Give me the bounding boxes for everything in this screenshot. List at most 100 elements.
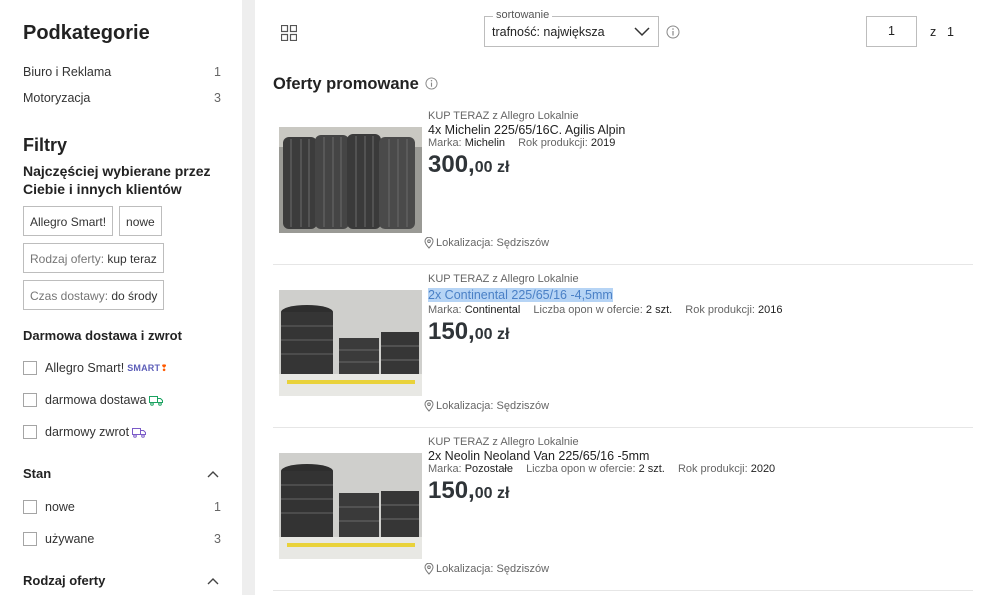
price-decimal: 00 zł bbox=[474, 159, 510, 176]
filter-label: darmowa dostawa bbox=[45, 393, 147, 407]
chevron-down-icon bbox=[634, 27, 650, 37]
offer-price: 300,00 zł bbox=[428, 151, 625, 182]
filter-count: 1 bbox=[214, 500, 221, 514]
param-value: Pozostałe bbox=[464, 463, 513, 475]
filter-allegro-smart[interactable]: Allegro Smart! SMART❢ bbox=[23, 352, 222, 384]
rodzaj-title: Rodzaj oferty bbox=[23, 573, 106, 588]
offer-kind: KUP TERAZ z Allegro Lokalnie bbox=[428, 436, 579, 448]
offer-title[interactable]: 2x Neolin Neoland Van 225/65/16 -5mm bbox=[428, 449, 775, 463]
chip-value: Allegro Smart! bbox=[30, 215, 107, 229]
popular-filters-title: Najczęściej wybierane przez Ciebie i inn… bbox=[23, 163, 211, 197]
offer-price: 150,00 zł bbox=[428, 318, 783, 349]
info-icon[interactable] bbox=[666, 25, 680, 39]
subcategory-label: Biuro i Reklama bbox=[23, 65, 112, 79]
filter-free-delivery[interactable]: darmowa dostawa bbox=[23, 384, 222, 416]
offer-location: Lokalizacja: Sędziszów bbox=[424, 400, 549, 412]
smart-badge: SMART❢ bbox=[127, 363, 168, 374]
checkbox[interactable] bbox=[23, 532, 37, 546]
page-total: 1 bbox=[947, 25, 954, 39]
checkbox[interactable] bbox=[23, 393, 37, 407]
stan-title: Stan bbox=[23, 466, 52, 481]
chip-rodzaj-oferty[interactable]: Rodzaj oferty: kup teraz bbox=[23, 243, 164, 273]
info-icon[interactable] bbox=[425, 77, 438, 90]
offer-title[interactable]: 4x Michelin 225/65/16C. Agilis Alpin bbox=[428, 123, 625, 137]
param-name: Rok produkcji: bbox=[677, 463, 748, 475]
filter-label: Allegro Smart! bbox=[45, 361, 125, 375]
offer-params: Marka: Michelin Rok produkcji: 2019 bbox=[428, 137, 625, 150]
chevron-up-icon[interactable] bbox=[207, 577, 219, 585]
offer-image[interactable] bbox=[279, 127, 422, 233]
offer-title[interactable]: 2x Continental 225/65/16 -4,5mm bbox=[428, 288, 613, 302]
param-name: Marka: bbox=[428, 137, 462, 149]
sort-select[interactable]: sortowanie trafność: największa bbox=[484, 9, 659, 47]
offer-params: Marka: Continental Liczba opon w ofercie… bbox=[428, 304, 783, 317]
rodzaj-section-header[interactable]: Rodzaj oferty bbox=[23, 573, 222, 588]
filter-stan-uzywane[interactable]: używane 3 bbox=[23, 523, 222, 555]
checkbox[interactable] bbox=[23, 500, 37, 514]
filter-count: 3 bbox=[214, 532, 221, 546]
checkbox[interactable] bbox=[23, 361, 37, 375]
subcategory-count: 1 bbox=[214, 65, 221, 79]
main-content: sortowanie trafność: największa 1 z 1 Of… bbox=[255, 0, 999, 595]
offer-kind: KUP TERAZ z Allegro Lokalnie bbox=[428, 273, 579, 285]
param-value: Michelin bbox=[464, 137, 506, 149]
offer-meta: KUP TERAZ z Allegro Lokalnie 4x Michelin… bbox=[428, 110, 625, 182]
price-decimal: 00 zł bbox=[474, 485, 510, 502]
price-decimal: 00 zł bbox=[474, 326, 510, 343]
chip-nowe[interactable]: nowe bbox=[119, 206, 162, 236]
sort-label: sortowanie bbox=[493, 9, 553, 21]
smart-badge-text: SMART bbox=[127, 362, 161, 373]
param-value: 2 szt. bbox=[645, 304, 673, 316]
location-pin-icon bbox=[424, 563, 434, 575]
filter-label: darmowy zwrot bbox=[45, 425, 130, 439]
param-name: Rok produkcji: bbox=[685, 304, 755, 316]
truck-return-icon bbox=[132, 427, 147, 438]
param-name: Marka: bbox=[428, 304, 462, 316]
chip-label: Rodzaj oferty: bbox=[30, 252, 108, 266]
subcategory-item[interactable]: Motoryzacja 3 bbox=[23, 85, 222, 111]
free-delivery-title: Darmowa dostawa i zwrot bbox=[23, 328, 182, 343]
chip-czas-dostawy[interactable]: Czas dostawy: do środy bbox=[23, 280, 165, 310]
offer-meta: KUP TERAZ z Allegro Lokalnie 2x Continen… bbox=[428, 273, 783, 349]
chip-value: kup teraz bbox=[107, 252, 157, 266]
offer-image[interactable] bbox=[279, 453, 422, 559]
offer-location: Lokalizacja: Sędziszów bbox=[424, 237, 549, 249]
offer-card[interactable]: KUP TERAZ z Allegro Lokalnie 2x Neolin N… bbox=[273, 427, 973, 591]
stan-section-header[interactable]: Stan bbox=[23, 466, 222, 481]
param-value: Continental bbox=[464, 304, 521, 316]
promoted-title: Oferty promowane bbox=[273, 75, 438, 94]
price-integer: 300, bbox=[428, 151, 475, 178]
price-integer: 150, bbox=[428, 318, 475, 345]
subcategory-item[interactable]: Biuro i Reklama 1 bbox=[23, 59, 222, 85]
subcategories-title: Podkategorie bbox=[23, 22, 150, 44]
param-name: Liczba opon w ofercie: bbox=[533, 304, 643, 316]
param-name: Marka: bbox=[428, 463, 462, 475]
truck-green-icon bbox=[149, 395, 164, 406]
chevron-up-icon[interactable] bbox=[207, 470, 219, 478]
price-integer: 150, bbox=[428, 477, 475, 504]
checkbox[interactable] bbox=[23, 425, 37, 439]
location-text: Lokalizacja: Sędziszów bbox=[436, 563, 550, 575]
chip-label: Czas dostawy: bbox=[30, 289, 112, 303]
param-value: 2 szt. bbox=[638, 463, 665, 475]
grid-view-icon[interactable] bbox=[281, 25, 297, 41]
filter-label: używane bbox=[45, 532, 95, 546]
param-name: Liczba opon w ofercie: bbox=[526, 463, 636, 475]
chip-allegro-smart[interactable]: Allegro Smart! bbox=[23, 206, 114, 236]
sidebar: Podkategorie Biuro i Reklama 1 Motoryzac… bbox=[0, 0, 242, 595]
filters-title: Filtry bbox=[23, 135, 68, 155]
offer-card[interactable]: KUP TERAZ z Allegro Lokalnie 4x Michelin… bbox=[273, 101, 973, 265]
page-number-input[interactable]: 1 bbox=[866, 16, 917, 47]
location-text: Lokalizacja: Sędziszów bbox=[436, 400, 550, 412]
param-value: 2019 bbox=[590, 137, 616, 149]
location-pin-icon bbox=[424, 400, 434, 412]
subcategory-count: 3 bbox=[214, 91, 221, 105]
filter-free-return[interactable]: darmowy zwrot bbox=[23, 416, 222, 448]
chip-value: nowe bbox=[126, 215, 155, 229]
offer-image[interactable] bbox=[279, 290, 422, 396]
filter-label: nowe bbox=[45, 500, 75, 514]
promoted-title-text: Oferty promowane bbox=[273, 75, 419, 93]
offer-card[interactable]: KUP TERAZ z Allegro Lokalnie 2x Continen… bbox=[273, 264, 973, 428]
filter-stan-nowe[interactable]: nowe 1 bbox=[23, 491, 222, 523]
offer-price: 150,00 zł bbox=[428, 477, 775, 508]
